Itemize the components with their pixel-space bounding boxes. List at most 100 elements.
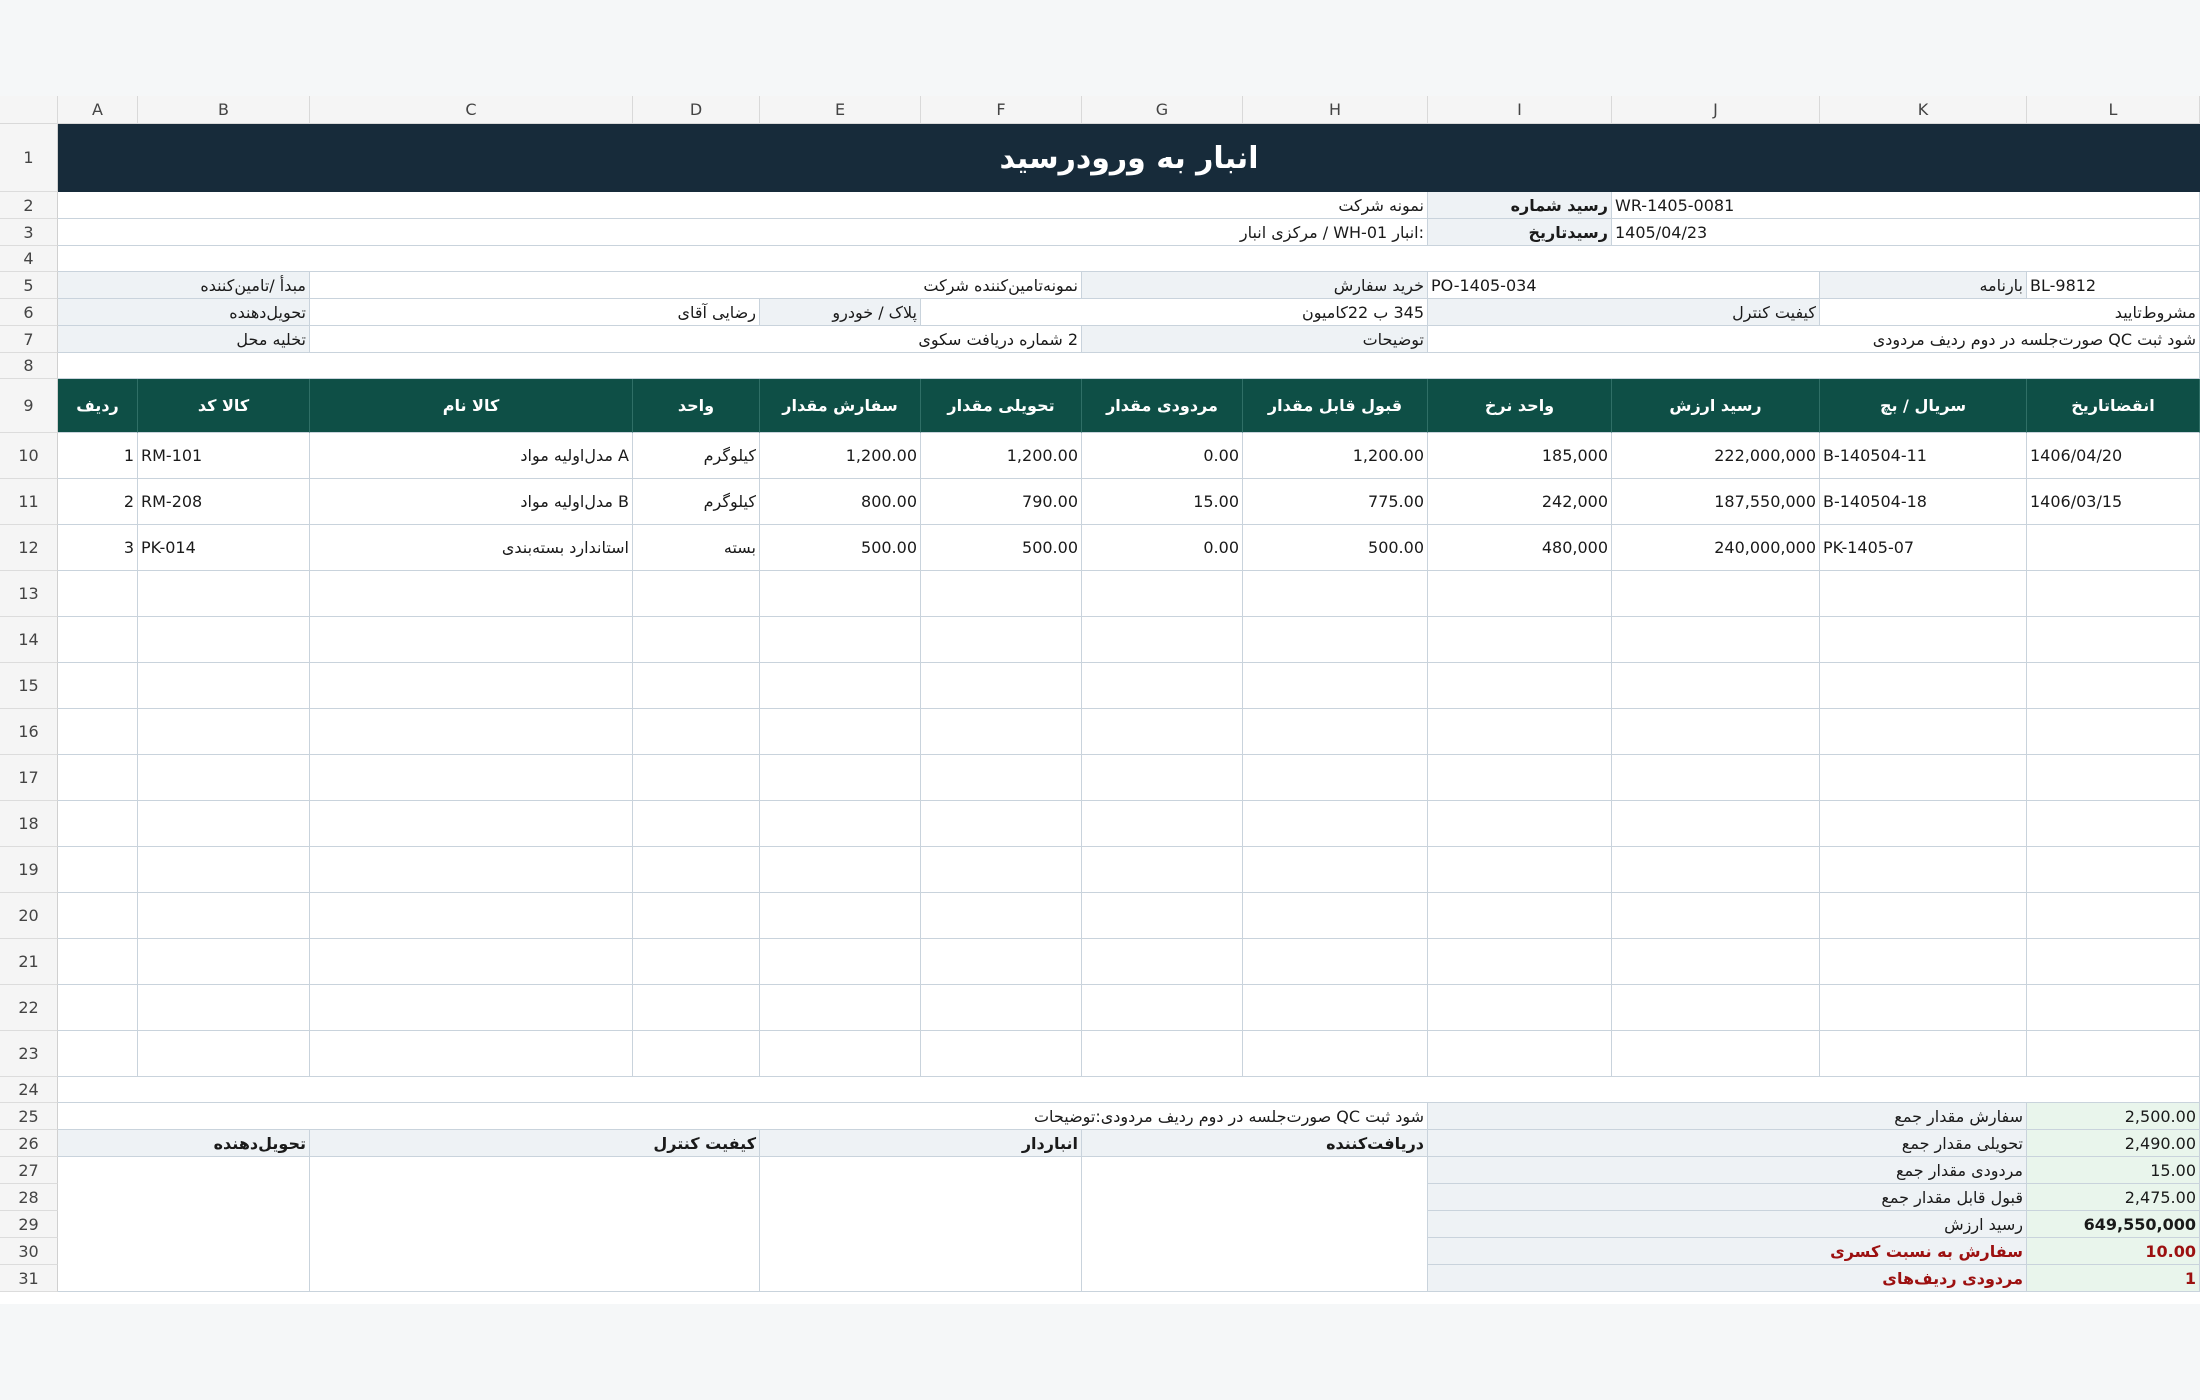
- row-header-17[interactable]: 17: [0, 755, 58, 801]
- plate-label[interactable]: پلاک / خودرو: [760, 299, 921, 326]
- empty-row[interactable]: [58, 1077, 2200, 1103]
- table-cell-unit[interactable]: کیلوگرم: [633, 433, 760, 479]
- row-header-4[interactable]: 4: [0, 246, 58, 272]
- table-cell-batch[interactable]: [1820, 1031, 2027, 1077]
- table-cell-accepted[interactable]: [1243, 663, 1428, 709]
- column-header-a[interactable]: A: [58, 96, 138, 124]
- table-header[interactable]: مردودی مقدار: [1082, 379, 1243, 433]
- receipt-date-value[interactable]: 1405/04/23: [1612, 219, 2200, 246]
- row-header-28[interactable]: 28: [0, 1184, 58, 1211]
- row-header-19[interactable]: 19: [0, 847, 58, 893]
- table-cell-rejected[interactable]: [1082, 709, 1243, 755]
- row-header-27[interactable]: 27: [0, 1157, 58, 1184]
- total-label[interactable]: تحویلی مقدار جمع: [1428, 1130, 2027, 1157]
- total-value[interactable]: 2,475.00: [2027, 1184, 2200, 1211]
- table-cell-unit[interactable]: [633, 985, 760, 1031]
- total-value[interactable]: 1: [2027, 1265, 2200, 1292]
- table-cell-unit[interactable]: بسته: [633, 525, 760, 571]
- table-header[interactable]: سفارش مقدار: [760, 379, 921, 433]
- table-cell-expiry[interactable]: [2027, 1031, 2200, 1077]
- warehouse-cell[interactable]: :انبار WH-01 / مرکزی انبار: [58, 219, 1428, 246]
- qc-value[interactable]: مشروط‌تایید: [1820, 299, 2200, 326]
- row-header-11[interactable]: 11: [0, 479, 58, 525]
- table-cell-value[interactable]: [1612, 801, 1820, 847]
- table-cell-expiry[interactable]: 1406/03/15: [2027, 479, 2200, 525]
- notes-value[interactable]: شود ثبت QC صورت‌جلسه در دوم ردیف مردودی: [1428, 326, 2200, 353]
- table-cell-row[interactable]: [58, 801, 138, 847]
- row-header-12[interactable]: 12: [0, 525, 58, 571]
- table-cell-value[interactable]: 222,000,000: [1612, 433, 1820, 479]
- deliverer-label[interactable]: تحویل‌دهنده: [58, 299, 310, 326]
- table-cell-rate[interactable]: [1428, 663, 1612, 709]
- row-header-10[interactable]: 10: [0, 433, 58, 479]
- total-label[interactable]: رسید ارزش: [1428, 1211, 2027, 1238]
- table-cell-rejected[interactable]: 0.00: [1082, 525, 1243, 571]
- row-header-5[interactable]: 5: [0, 272, 58, 299]
- table-cell-name[interactable]: [310, 709, 633, 755]
- table-cell-row[interactable]: [58, 1031, 138, 1077]
- table-cell-row[interactable]: [58, 939, 138, 985]
- table-cell-value[interactable]: [1612, 847, 1820, 893]
- table-header[interactable]: انقضاتاریخ: [2027, 379, 2200, 433]
- table-cell-batch[interactable]: [1820, 801, 2027, 847]
- row-header-29[interactable]: 29: [0, 1211, 58, 1238]
- table-cell-rejected[interactable]: [1082, 617, 1243, 663]
- table-cell-expiry[interactable]: [2027, 893, 2200, 939]
- table-cell-ordered[interactable]: [760, 709, 921, 755]
- empty-row[interactable]: [58, 353, 2200, 379]
- table-cell-unit[interactable]: [633, 893, 760, 939]
- row-header-14[interactable]: 14: [0, 617, 58, 663]
- table-cell-name[interactable]: [310, 801, 633, 847]
- table-cell-batch[interactable]: [1820, 939, 2027, 985]
- signature-box-qc[interactable]: [310, 1157, 760, 1292]
- row-header-13[interactable]: 13: [0, 571, 58, 617]
- table-cell-rate[interactable]: [1428, 847, 1612, 893]
- column-header-k[interactable]: K: [1820, 96, 2027, 124]
- supplier-value[interactable]: نمونه‌تامین‌کننده شرکت: [310, 272, 1082, 299]
- table-cell-unit[interactable]: [633, 939, 760, 985]
- row-header-1[interactable]: 1: [0, 124, 58, 192]
- table-cell-code[interactable]: [138, 617, 310, 663]
- total-value[interactable]: 2,490.00: [2027, 1130, 2200, 1157]
- table-cell-row[interactable]: [58, 709, 138, 755]
- table-cell-batch[interactable]: PK-1405-07: [1820, 525, 2027, 571]
- table-cell-rejected[interactable]: [1082, 755, 1243, 801]
- table-cell-accepted[interactable]: [1243, 709, 1428, 755]
- table-cell-rejected[interactable]: [1082, 939, 1243, 985]
- table-cell-code[interactable]: [138, 939, 310, 985]
- table-cell-rate[interactable]: [1428, 801, 1612, 847]
- table-cell-delivered[interactable]: [921, 755, 1082, 801]
- table-cell-value[interactable]: [1612, 1031, 1820, 1077]
- table-cell-name[interactable]: [310, 893, 633, 939]
- table-cell-batch[interactable]: [1820, 847, 2027, 893]
- table-cell-accepted[interactable]: [1243, 985, 1428, 1031]
- table-cell-batch[interactable]: [1820, 663, 2027, 709]
- table-cell-row[interactable]: 3: [58, 525, 138, 571]
- table-cell-expiry[interactable]: 1406/04/20: [2027, 433, 2200, 479]
- unload-label[interactable]: تخلیه محل: [58, 326, 310, 353]
- column-header-l[interactable]: L: [2027, 96, 2200, 124]
- total-value[interactable]: 10.00: [2027, 1238, 2200, 1265]
- table-cell-rejected[interactable]: 0.00: [1082, 433, 1243, 479]
- table-cell-row[interactable]: [58, 847, 138, 893]
- table-cell-code[interactable]: [138, 1031, 310, 1077]
- table-cell-value[interactable]: 187,550,000: [1612, 479, 1820, 525]
- table-cell-name[interactable]: [310, 755, 633, 801]
- table-cell-value[interactable]: [1612, 893, 1820, 939]
- total-label[interactable]: قبول قابل مقدار جمع: [1428, 1184, 2027, 1211]
- table-cell-expiry[interactable]: [2027, 801, 2200, 847]
- table-cell-ordered[interactable]: 500.00: [760, 525, 921, 571]
- total-label[interactable]: مردودی مقدار جمع: [1428, 1157, 2027, 1184]
- table-cell-name[interactable]: [310, 663, 633, 709]
- total-value[interactable]: 2,500.00: [2027, 1103, 2200, 1130]
- table-cell-rate[interactable]: 480,000: [1428, 525, 1612, 571]
- column-header-f[interactable]: F: [921, 96, 1082, 124]
- total-value[interactable]: 15.00: [2027, 1157, 2200, 1184]
- table-cell-code[interactable]: PK-014: [138, 525, 310, 571]
- row-header-7[interactable]: 7: [0, 326, 58, 353]
- table-cell-delivered[interactable]: [921, 663, 1082, 709]
- table-header[interactable]: رسید ارزش: [1612, 379, 1820, 433]
- table-cell-accepted[interactable]: [1243, 893, 1428, 939]
- total-label[interactable]: سفارش به نسبت کسری: [1428, 1238, 2027, 1265]
- table-cell-rejected[interactable]: [1082, 893, 1243, 939]
